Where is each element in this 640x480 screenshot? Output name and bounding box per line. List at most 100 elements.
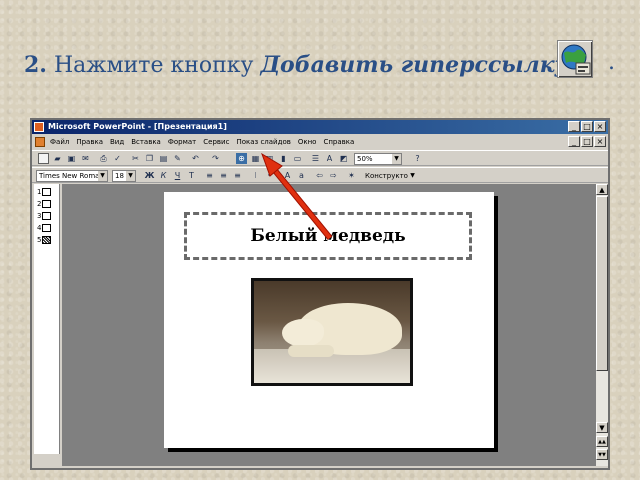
align-right-icon[interactable]: ≡	[232, 170, 243, 181]
command-name: Добавить гиперссылку	[260, 52, 568, 78]
new-document-icon[interactable]	[38, 153, 49, 164]
chevron-down-icon[interactable]: ▼	[126, 171, 135, 181]
instruction-text: Нажмите кнопку	[46, 53, 261, 78]
previous-slide-button[interactable]: ▲▲	[596, 436, 608, 447]
bold-button[interactable]: Ж	[144, 170, 155, 181]
menu-tools[interactable]: Сервис	[203, 135, 229, 149]
email-icon[interactable]: ✉	[80, 153, 91, 164]
outline-slide-5[interactable]: 5	[37, 236, 52, 244]
minimize-button[interactable]: _	[568, 121, 580, 132]
chevron-down-icon[interactable]: ▼	[408, 171, 417, 181]
menu-view[interactable]: Вид	[110, 135, 124, 149]
font-name-combo[interactable]: Times New Roman ▼	[36, 170, 108, 182]
menu-insert[interactable]: Вставка	[131, 135, 161, 149]
formatting-toolbar: Times New Roman ▼ 18 ▼ Ж К Ч Т ≡ ≡ ≡ ⁝ •…	[32, 167, 608, 183]
hyperlink-globe-icon	[557, 40, 593, 78]
bullets-icon[interactable]: •	[264, 170, 275, 181]
menu-format[interactable]: Формат	[168, 135, 196, 149]
slide-number: 4	[37, 224, 42, 232]
font-size-value: 18	[115, 172, 124, 180]
slide-icon	[42, 224, 52, 232]
document-icon[interactable]	[35, 137, 45, 147]
scroll-up-button[interactable]: ▲	[596, 184, 608, 195]
promote-icon[interactable]: ⇦	[314, 170, 325, 181]
close-button[interactable]: ×	[594, 121, 606, 132]
font-name-value: Times New Roman	[39, 172, 104, 180]
demote-icon[interactable]: ⇨	[328, 170, 339, 181]
slide-icon-selected	[42, 236, 52, 244]
slide-number: 2	[37, 200, 42, 208]
increase-font-icon[interactable]: A	[282, 170, 293, 181]
slide-number: 1	[37, 188, 42, 196]
slide-icon	[42, 188, 52, 196]
tables-borders-icon[interactable]: ▦	[250, 153, 261, 164]
menu-help[interactable]: Справка	[323, 135, 354, 149]
new-slide-icon[interactable]: ▭	[292, 153, 303, 164]
slide-icon	[42, 200, 52, 208]
maximize-button[interactable]: □	[581, 121, 593, 132]
italic-button[interactable]: К	[158, 170, 169, 181]
doc-close-button[interactable]: ×	[594, 136, 606, 147]
outline-pane: 1 2 3 4 5	[34, 184, 60, 454]
font-size-combo[interactable]: 18 ▼	[112, 170, 136, 182]
title-placeholder[interactable]: Белый медведь	[184, 212, 472, 260]
outline-slide-3[interactable]: 3	[37, 212, 52, 220]
window-title: Microsoft PowerPoint - [Презентация1]	[48, 122, 227, 131]
animation-effects-icon[interactable]: ✶	[346, 170, 357, 181]
polar-bear-picture[interactable]	[251, 278, 413, 386]
slide-icon	[42, 212, 52, 220]
insert-chart-icon[interactable]: ▮	[278, 153, 289, 164]
show-formatting-icon[interactable]: A	[324, 153, 335, 164]
zoom-value: 50%	[357, 155, 373, 163]
design-label: Конструктор	[365, 172, 413, 180]
slide-number: 5	[37, 236, 42, 244]
powerpoint-app-icon[interactable]	[34, 122, 44, 132]
instruction-heading: 2. Нажмите кнопку Добавить гиперссылку	[24, 52, 624, 88]
title-bar[interactable]: Microsoft PowerPoint - [Презентация1] _ …	[32, 120, 608, 134]
paste-icon[interactable]: ▤	[158, 153, 169, 164]
standard-toolbar: ▰ ▣ ✉ ⎙ ✓ ✂ ❐ ▤ ✎ ↶ ↷ ⊕ ▦ ▥ ▮ ▭ ☰ A ◩ 50…	[32, 150, 608, 166]
step-number: 2.	[24, 52, 47, 78]
doc-maximize-button[interactable]: □	[581, 136, 593, 147]
format-painter-icon[interactable]: ✎	[172, 153, 183, 164]
scroll-thumb[interactable]	[596, 196, 608, 371]
heading-period: .	[608, 50, 615, 75]
scroll-down-button[interactable]: ▼	[596, 422, 608, 433]
menu-edit[interactable]: Правка	[76, 135, 103, 149]
insert-table-icon[interactable]: ▥	[264, 153, 275, 164]
grayscale-icon[interactable]: ◩	[338, 153, 349, 164]
save-icon[interactable]: ▣	[66, 153, 77, 164]
outline-slide-1[interactable]: 1	[37, 188, 52, 196]
chevron-down-icon[interactable]: ▼	[98, 171, 107, 181]
insert-hyperlink-icon[interactable]: ⊕	[236, 153, 247, 164]
align-center-icon[interactable]: ≡	[218, 170, 229, 181]
redo-icon[interactable]: ↷	[210, 153, 221, 164]
zoom-combo[interactable]: 50% ▼	[354, 153, 402, 165]
design-button[interactable]: Конструктор ▼	[362, 170, 418, 182]
outline-slide-2[interactable]: 2	[37, 200, 52, 208]
outline-slide-4[interactable]: 4	[37, 224, 52, 232]
chevron-down-icon[interactable]: ▼	[392, 154, 401, 164]
spellcheck-icon[interactable]: ✓	[112, 153, 123, 164]
cut-icon[interactable]: ✂	[130, 153, 141, 164]
print-icon[interactable]: ⎙	[98, 153, 109, 164]
shadow-button[interactable]: Т	[186, 170, 197, 181]
open-folder-icon[interactable]: ▰	[52, 153, 63, 164]
help-icon[interactable]: ?	[412, 153, 423, 164]
doc-minimize-button[interactable]: _	[568, 136, 580, 147]
slide-editing-area: Белый медведь	[62, 184, 596, 466]
menu-slideshow[interactable]: Показ слайдов	[236, 135, 290, 149]
next-slide-button[interactable]: ▼▼	[596, 449, 608, 460]
menu-window[interactable]: Окно	[298, 135, 317, 149]
powerpoint-window: Microsoft PowerPoint - [Презентация1] _ …	[30, 118, 610, 470]
current-slide[interactable]: Белый медведь	[164, 192, 494, 448]
vertical-scrollbar[interactable]: ▲ ▼ ▲▲ ▼▼	[596, 184, 608, 466]
copy-icon[interactable]: ❐	[144, 153, 155, 164]
expand-all-icon[interactable]: ☰	[310, 153, 321, 164]
decrease-font-icon[interactable]: a	[296, 170, 307, 181]
numbering-icon[interactable]: ⁝	[250, 170, 261, 181]
undo-icon[interactable]: ↶	[190, 153, 201, 164]
menu-file[interactable]: Файл	[50, 135, 69, 149]
align-left-icon[interactable]: ≡	[204, 170, 215, 181]
underline-button[interactable]: Ч	[172, 170, 183, 181]
